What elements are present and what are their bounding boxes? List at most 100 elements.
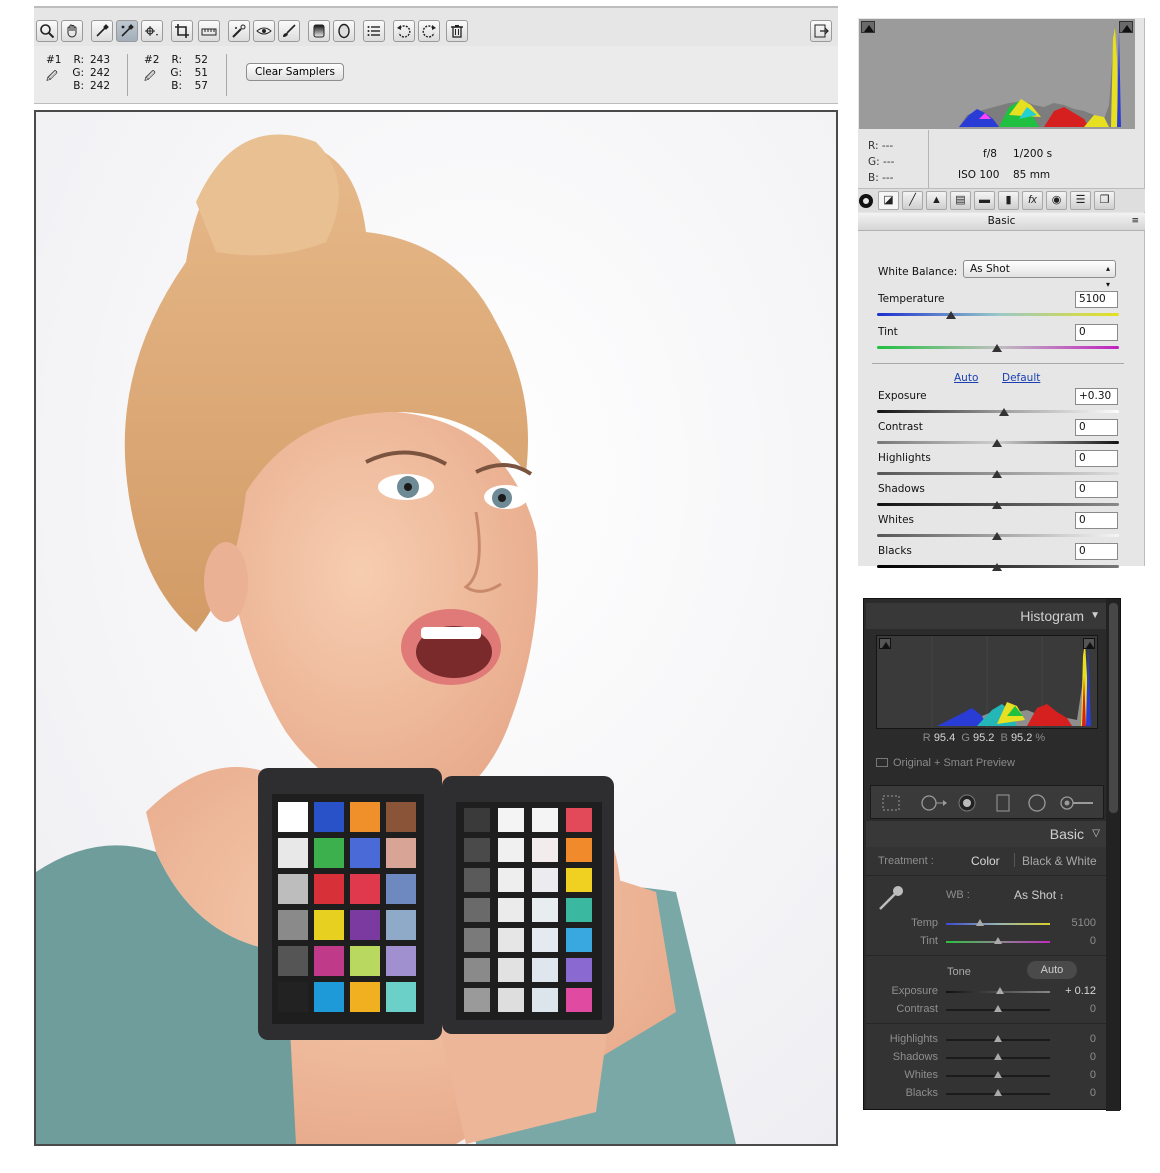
whites-slider-thumb[interactable] xyxy=(994,1071,1002,1078)
highlight-clipping-toggle[interactable] xyxy=(1083,638,1095,649)
spot-removal-icon[interactable] xyxy=(919,794,949,812)
temperature-slider-thumb[interactable] xyxy=(946,311,956,319)
preferences-tool-icon[interactable] xyxy=(363,20,385,42)
exposure-slider-thumb[interactable] xyxy=(999,408,1009,416)
tab-lens-corrections-icon[interactable]: ▮ xyxy=(998,191,1019,210)
color-patch xyxy=(350,802,380,832)
tab-effects-icon[interactable]: fx xyxy=(1022,191,1043,210)
red-eye-icon[interactable] xyxy=(957,794,977,812)
tab-presets-icon[interactable]: ☰ xyxy=(1070,191,1091,210)
exposure-slider-thumb[interactable] xyxy=(996,987,1004,994)
wb-select[interactable]: As Shot ↕ xyxy=(1014,888,1064,902)
wb-eyedropper-icon[interactable] xyxy=(876,883,906,913)
blacks-value[interactable]: 0 xyxy=(1090,1087,1096,1099)
rotate-left-icon[interactable] xyxy=(393,20,415,42)
graduated-filter-tool-icon[interactable] xyxy=(308,20,330,42)
collapse-triangle-icon[interactable]: ▽ xyxy=(1092,821,1100,847)
shadows-field[interactable]: 0 xyxy=(1075,481,1118,498)
temp-value[interactable]: 5100 xyxy=(1072,917,1096,929)
treatment-color-option[interactable]: Color xyxy=(971,854,1000,868)
contrast-slider-thumb[interactable] xyxy=(994,1005,1002,1012)
tab-tone-curve-icon[interactable]: ╱ xyxy=(902,191,923,210)
trash-icon[interactable] xyxy=(446,20,468,42)
contrast-slider-thumb[interactable] xyxy=(992,439,1002,447)
collapse-triangle-icon[interactable]: ▼ xyxy=(1090,603,1100,629)
treatment-bw-option[interactable]: Black & White xyxy=(1022,854,1097,868)
smart-preview-status[interactable]: Original + Smart Preview xyxy=(876,757,1015,769)
highlight-clipping-toggle[interactable] xyxy=(1119,21,1133,33)
tint-slider-thumb[interactable] xyxy=(992,344,1002,352)
exposure-field[interactable]: +0.30 xyxy=(1075,388,1118,405)
shadows-slider-thumb[interactable] xyxy=(992,501,1002,509)
auto-link[interactable]: Auto xyxy=(954,372,978,384)
whites-field[interactable]: 0 xyxy=(1075,512,1118,529)
radial-filter-icon[interactable] xyxy=(1027,794,1047,812)
white-balance-tool-icon[interactable] xyxy=(91,20,113,42)
color-sampler-tool-icon[interactable] xyxy=(116,20,138,42)
crop-overlay-icon[interactable] xyxy=(881,794,901,812)
highlights-value[interactable]: 0 xyxy=(1090,1033,1096,1045)
targeted-adjustment-tool-icon[interactable] xyxy=(141,20,163,42)
radial-filter-tool-icon[interactable] xyxy=(333,20,355,42)
auto-tone-button[interactable]: Auto xyxy=(1027,961,1077,979)
tab-snapshots-icon[interactable]: ❐ xyxy=(1094,191,1115,210)
crop-tool-icon[interactable] xyxy=(171,20,193,42)
contrast-value[interactable]: 0 xyxy=(1090,1003,1096,1015)
tint-value[interactable]: 0 xyxy=(1090,935,1096,947)
adjustment-brush-tool-icon[interactable] xyxy=(278,20,300,42)
info-g-value: --- xyxy=(883,156,895,168)
contrast-field[interactable]: 0 xyxy=(1075,419,1118,436)
basic-header[interactable]: Basic ▽ xyxy=(866,821,1106,847)
color-patch xyxy=(464,988,490,1012)
exposure-value[interactable]: + 0.12 xyxy=(1065,985,1096,997)
info-r-label: R: xyxy=(868,140,879,152)
histogram-header[interactable]: Histogram ▼ xyxy=(866,603,1106,629)
blacks-slider-thumb[interactable] xyxy=(992,563,1002,571)
scrollbar-thumb[interactable] xyxy=(1109,603,1118,813)
temp-slider-thumb[interactable] xyxy=(976,919,984,926)
color-patch xyxy=(464,808,490,832)
tint-slider-thumb[interactable] xyxy=(994,937,1002,944)
zoom-tool-icon[interactable] xyxy=(36,20,58,42)
straighten-tool-icon[interactable] xyxy=(198,20,220,42)
tab-basic-icon[interactable]: ◪ xyxy=(878,191,899,210)
tab-detail-icon[interactable]: ▲ xyxy=(926,191,947,210)
spot-removal-tool-icon[interactable] xyxy=(228,20,250,42)
red-eye-removal-tool-icon[interactable] xyxy=(253,20,275,42)
temperature-field[interactable]: 5100 xyxy=(1075,291,1118,308)
highlights-field[interactable]: 0 xyxy=(1075,450,1118,467)
white-balance-label: White Balance: xyxy=(878,266,958,278)
panel-menu-icon[interactable]: ≡ xyxy=(1131,213,1139,230)
panel-scrollbar[interactable] xyxy=(1106,599,1120,1111)
adjustment-brush-icon[interactable] xyxy=(1059,794,1095,812)
shadows-slider-thumb[interactable] xyxy=(994,1053,1002,1060)
blacks-slider-thumb[interactable] xyxy=(994,1089,1002,1096)
blacks-field[interactable]: 0 xyxy=(1075,543,1118,560)
exposure-slider[interactable] xyxy=(877,410,1119,413)
highlights-slider-thumb[interactable] xyxy=(994,1035,1002,1042)
whites-slider-thumb[interactable] xyxy=(992,532,1002,540)
tab-camera-calibration-icon[interactable]: ◉ xyxy=(1046,191,1067,210)
clear-samplers-button[interactable]: Clear Samplers xyxy=(246,63,344,81)
temperature-slider[interactable] xyxy=(877,313,1119,316)
temp-slider[interactable] xyxy=(946,923,1050,925)
highlights-slider-thumb[interactable] xyxy=(992,470,1002,478)
rotate-right-icon[interactable] xyxy=(418,20,440,42)
color-patch xyxy=(532,808,558,832)
shadows-value[interactable]: 0 xyxy=(1090,1051,1096,1063)
photo-preview[interactable] xyxy=(34,110,838,1146)
tab-hsl-icon[interactable]: ▤ xyxy=(950,191,971,210)
contrast-label: Contrast xyxy=(896,1003,938,1015)
smart-preview-icon xyxy=(876,758,888,767)
shadows-label: Shadows xyxy=(878,483,925,495)
shadow-clipping-toggle[interactable] xyxy=(879,638,891,649)
whites-value[interactable]: 0 xyxy=(1090,1069,1096,1081)
white-balance-select[interactable]: As Shot ▴ ▾ xyxy=(963,260,1116,289)
tint-field[interactable]: 0 xyxy=(1075,324,1118,341)
tab-split-toning-icon[interactable]: ▬ xyxy=(974,191,995,210)
default-link[interactable]: Default xyxy=(1002,372,1040,384)
hand-tool-icon[interactable] xyxy=(61,20,83,42)
toggle-fullscreen-icon[interactable] xyxy=(810,20,832,42)
graduated-filter-icon[interactable] xyxy=(993,794,1013,812)
shadow-clipping-toggle[interactable] xyxy=(861,21,875,33)
